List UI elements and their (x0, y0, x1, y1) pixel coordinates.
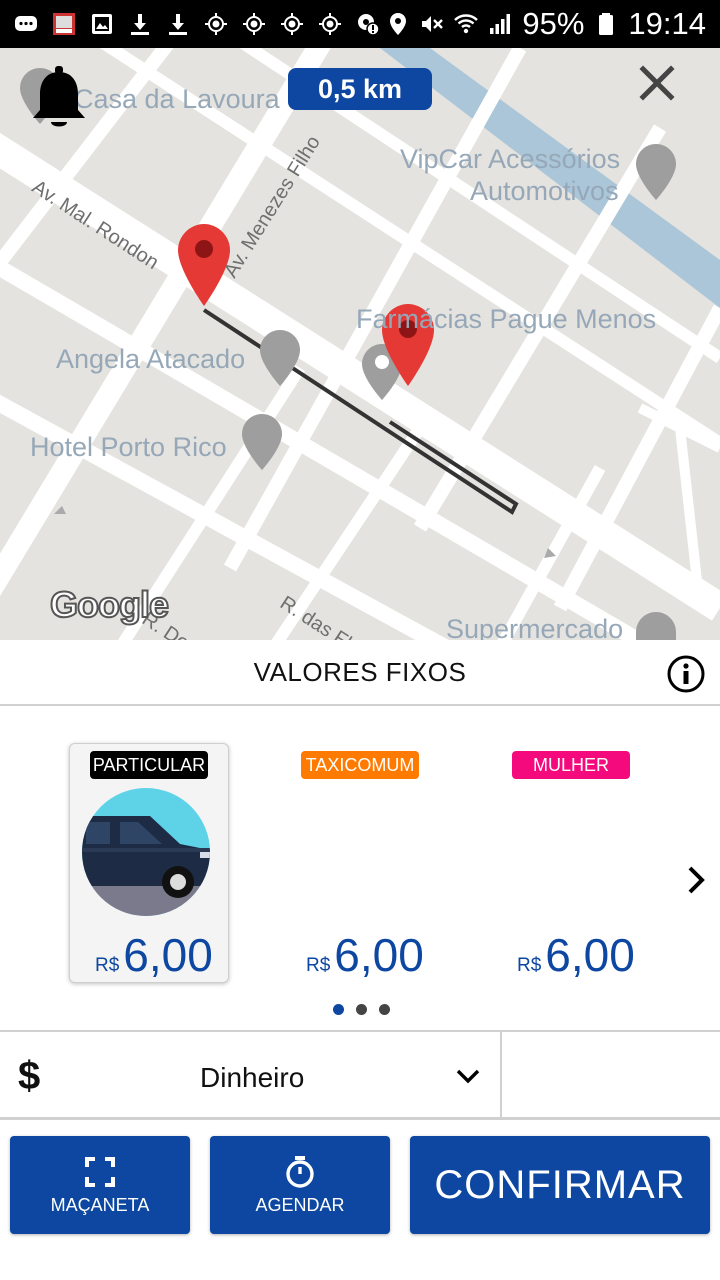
clock: 19:14 (628, 6, 706, 41)
mute-icon (420, 12, 444, 36)
status-system-icons: 95% 19:14 (386, 6, 706, 42)
gps-icon (318, 12, 342, 36)
distance-badge: 0,5 km (288, 68, 432, 110)
download-icon (128, 12, 152, 36)
status-notification-icons (14, 12, 380, 36)
section-title: VALORES FIXOS (253, 656, 467, 687)
google-logo: Google (49, 583, 170, 626)
scan-frame-icon (85, 1156, 115, 1187)
schedule-button[interactable]: AGENDAR (210, 1136, 390, 1234)
map-place-label: VipCar Acessórios (400, 144, 621, 174)
close-button[interactable] (636, 62, 678, 104)
pagination-dot[interactable] (379, 1004, 390, 1015)
confirm-button-label: CONFIRMAR (434, 1162, 686, 1207)
currency-label: R$ (306, 955, 331, 976)
next-arrow-icon[interactable] (682, 862, 710, 898)
price-value: 6,00 (545, 929, 635, 981)
location-warning-icon (356, 12, 380, 36)
handle-button-label: MAÇANETA (50, 1194, 150, 1215)
category-tag: PARTICULAR (90, 751, 208, 779)
status-bar: 95% 19:14 (0, 0, 720, 48)
image-icon (52, 12, 76, 36)
schedule-button-label: AGENDAR (255, 1194, 345, 1215)
handle-button[interactable]: MAÇANETA (10, 1136, 190, 1234)
map-place-label: Hotel Porto Rico (30, 432, 227, 462)
map-view[interactable]: Casa da Lavoura VipCar Acessórios Automo… (0, 48, 720, 640)
location-icon (386, 12, 410, 36)
carousel-pagination (333, 1004, 390, 1015)
map-place-label: Supermercado (446, 614, 624, 640)
wifi-icon (454, 12, 479, 36)
gps-icon (242, 12, 266, 36)
currency-label: R$ (517, 955, 542, 976)
stopwatch-icon (286, 1155, 314, 1188)
car-image (80, 786, 214, 918)
category-price: R$ 6,00 (306, 928, 424, 982)
pagination-dot[interactable] (356, 1004, 367, 1015)
info-icon[interactable] (666, 654, 706, 694)
price-value: 6,00 (334, 929, 424, 981)
bell-icon[interactable] (28, 66, 90, 132)
map-place-label: Farmácias Pague Menos (356, 304, 657, 334)
map-place-label: Casa da Lavoura (74, 84, 280, 114)
pagination-dot[interactable] (333, 1004, 344, 1015)
category-tag: TAXICOMUM (301, 751, 419, 779)
close-icon (639, 65, 675, 101)
signal-icon (488, 12, 512, 36)
gps-icon (204, 12, 228, 36)
payment-row: $ Dinheiro (0, 1030, 720, 1120)
confirm-button[interactable]: CONFIRMAR (410, 1136, 710, 1234)
fixed-values-header: VALORES FIXOS (0, 640, 720, 706)
category-price: R$ 6,00 (517, 928, 635, 982)
payment-method-label: Dinheiro (200, 1062, 305, 1093)
dollar-icon: $ (18, 1054, 41, 1098)
gallery-icon (90, 12, 114, 36)
chevron-down-icon (456, 1069, 480, 1084)
gps-icon (280, 12, 304, 36)
map-place-label: Angela Atacado (56, 344, 246, 374)
payment-method-select[interactable]: $ Dinheiro (0, 1032, 502, 1120)
category-tag: MULHER (512, 751, 630, 779)
download-icon (166, 12, 190, 36)
battery-icon (594, 12, 618, 36)
price-value: 6,00 (123, 929, 213, 981)
currency-label: R$ (95, 955, 120, 976)
map-place-label: Automotivos (470, 176, 619, 206)
battery-percent: 95% (522, 6, 585, 41)
message-icon (14, 12, 38, 36)
category-price: R$ 6,00 (95, 928, 213, 982)
